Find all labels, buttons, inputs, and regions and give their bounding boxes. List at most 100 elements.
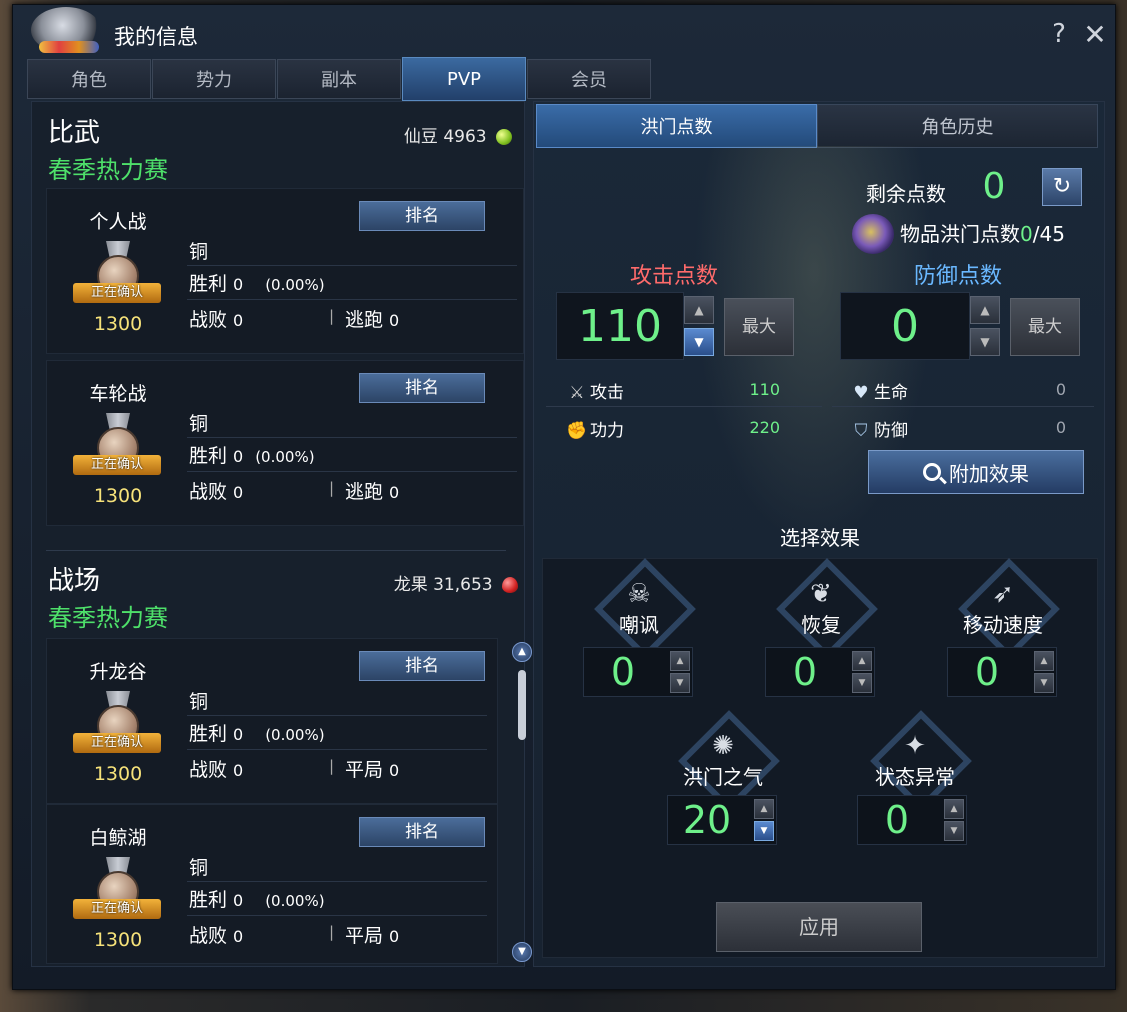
dragon-icon: ✺ (712, 731, 734, 761)
win-value: 0 (233, 447, 244, 466)
win-label: 胜利 (189, 723, 228, 745)
increase-button[interactable]: ▲ (754, 799, 774, 819)
effect-move-speed-spinner: 0 ▲ ▼ (947, 647, 1057, 697)
attack-increase-button[interactable]: ▲ (684, 296, 714, 324)
escape-label: 逃跑 (345, 309, 384, 331)
lose-value: 0 (233, 761, 244, 780)
stat-label: 功力 (590, 421, 624, 441)
effect-recovery-spinner: 0 ▲ ▼ (765, 647, 875, 697)
tab-hongmen-points[interactable]: 洪门点数 (536, 104, 817, 148)
reset-icon[interactable]: ↻ (1042, 168, 1082, 206)
draw-stat: 平局 0 (345, 921, 399, 948)
stat-power: ✊ 功力 (566, 416, 624, 441)
lose-label: 战败 (189, 925, 228, 947)
win-value: 0 (233, 725, 244, 744)
battlefield-season: 春季热力赛 (48, 604, 168, 632)
sub-tabs: 洪门点数 角色历史 (536, 104, 1098, 148)
dragon-fruit-icon (502, 577, 518, 593)
win-row: 胜利 0 (0.00%) (189, 885, 325, 912)
increase-button[interactable]: ▲ (852, 651, 872, 671)
stat-attack: ⚔ 攻击 (566, 378, 624, 403)
attack-max-button[interactable]: 最大 (724, 298, 794, 356)
tab-character-history[interactable]: 角色历史 (817, 104, 1098, 148)
swords-icon: ⚔ (569, 383, 585, 403)
rank-button[interactable]: 排名 (359, 817, 485, 847)
defense-decrease-button[interactable]: ▼ (970, 328, 1000, 356)
increase-button[interactable]: ▲ (1034, 651, 1054, 671)
scroll-thumb[interactable] (518, 670, 526, 740)
status-badge: 正在确认 (73, 899, 161, 919)
scroll-up-button[interactable]: ▲ (512, 642, 532, 662)
help-button[interactable]: ? (1048, 19, 1070, 49)
win-row: 胜利 0 (0.00%) (189, 441, 315, 468)
decrease-button[interactable]: ▼ (944, 821, 964, 841)
defense-increase-button[interactable]: ▲ (970, 296, 1000, 324)
arena-currency: 仙豆 4963 (332, 122, 512, 147)
scroll-down-button[interactable]: ▼ (512, 942, 532, 962)
effect-value: 0 (884, 798, 910, 842)
tab-faction[interactable]: 势力 (152, 59, 276, 99)
window-title: 我的信息 (114, 25, 198, 49)
arena-card-team: 车轮战 正在确认 1300 排名 铜 胜利 0 (0.00%) 战败 0 | 逃跑 0 (46, 360, 524, 526)
increase-button[interactable]: ▲ (670, 651, 690, 671)
battlefield-scrollbar[interactable]: ▲ ▼ (512, 642, 532, 962)
stat-label: 防御 (874, 421, 908, 441)
increase-button[interactable]: ▲ (944, 799, 964, 819)
currency-label: 仙豆 (403, 127, 438, 147)
draw-value: 0 (389, 927, 400, 946)
separator: | (329, 757, 335, 775)
effect-label: 移动速度 (963, 613, 1043, 637)
search-icon (923, 463, 941, 481)
arena-title: 比武 (48, 118, 101, 148)
rank-button[interactable]: 排名 (359, 651, 485, 681)
tab-dungeon[interactable]: 副本 (277, 59, 401, 99)
stat-label: 生命 (874, 383, 908, 403)
attack-decrease-button[interactable]: ▼ (684, 328, 714, 356)
mode-name: 升龙谷 (89, 661, 147, 683)
lose-label: 战败 (189, 309, 228, 331)
close-button[interactable]: ✕ (1081, 18, 1109, 51)
extra-effect-button[interactable]: 附加效果 (868, 450, 1084, 494)
item-points-label: 物品洪门点数 (900, 222, 1020, 246)
rank-button[interactable]: 排名 (359, 201, 485, 231)
decrease-button[interactable]: ▼ (852, 673, 872, 693)
decrease-button[interactable]: ▼ (754, 821, 774, 841)
lose-row: 战败 0 | 逃跑 0 (189, 305, 509, 332)
apply-button[interactable]: 应用 (716, 902, 922, 952)
arena-season: 春季热力赛 (48, 156, 168, 184)
lose-row: 战败 0 | 平局 0 (189, 921, 489, 948)
item-points-value: 0 (1020, 222, 1033, 246)
lose-value: 0 (233, 927, 244, 946)
fist-icon: ✊ (566, 421, 588, 441)
item-points-max: /45 (1032, 222, 1065, 246)
status-badge: 正在确认 (73, 733, 161, 753)
title-bar: 我的信息 ? ✕ (13, 5, 1115, 57)
attack-points-box: 110 (556, 292, 684, 360)
item-points-row: 物品洪门点数0/45 (900, 218, 1065, 247)
attack-points-header: 攻击点数 (630, 264, 719, 289)
effect-value: 0 (974, 650, 1000, 694)
rank-button[interactable]: 排名 (359, 373, 485, 403)
effect-label: 洪门之气 (683, 765, 763, 789)
tab-pvp[interactable]: PVP (402, 57, 526, 101)
runner-icon: ➶ (992, 579, 1014, 609)
currency-value: 4963 (443, 127, 487, 147)
decrease-button[interactable]: ▼ (670, 673, 690, 693)
tab-membership[interactable]: 会员 (527, 59, 651, 99)
stat-health: ♥ 生命 (850, 378, 908, 403)
row-divider (187, 715, 487, 716)
effect-taunt-spinner: 0 ▲ ▼ (583, 647, 693, 697)
sprout-icon: ❦ (810, 579, 832, 609)
defense-points-header: 防御点数 (914, 264, 1003, 289)
draw-value: 0 (389, 761, 400, 780)
effect-label: 恢复 (801, 613, 841, 637)
lose-row: 战败 0 | 逃跑 0 (189, 477, 509, 504)
draw-stat: 平局 0 (345, 755, 399, 782)
defense-max-button[interactable]: 最大 (1010, 298, 1080, 356)
effect-selection-panel: ☠ 嘲讽 0 ▲ ▼ ❦ 恢复 0 ▲ ▼ ➶ 移动速度 0 ▲ ▼ ✺ 洪门之… (542, 558, 1098, 958)
status-badge: 正在确认 (73, 283, 161, 303)
decrease-button[interactable]: ▼ (1034, 673, 1054, 693)
tab-character[interactable]: 角色 (27, 59, 151, 99)
draw-label: 平局 (345, 759, 384, 781)
rating-score: 1300 (93, 485, 143, 507)
